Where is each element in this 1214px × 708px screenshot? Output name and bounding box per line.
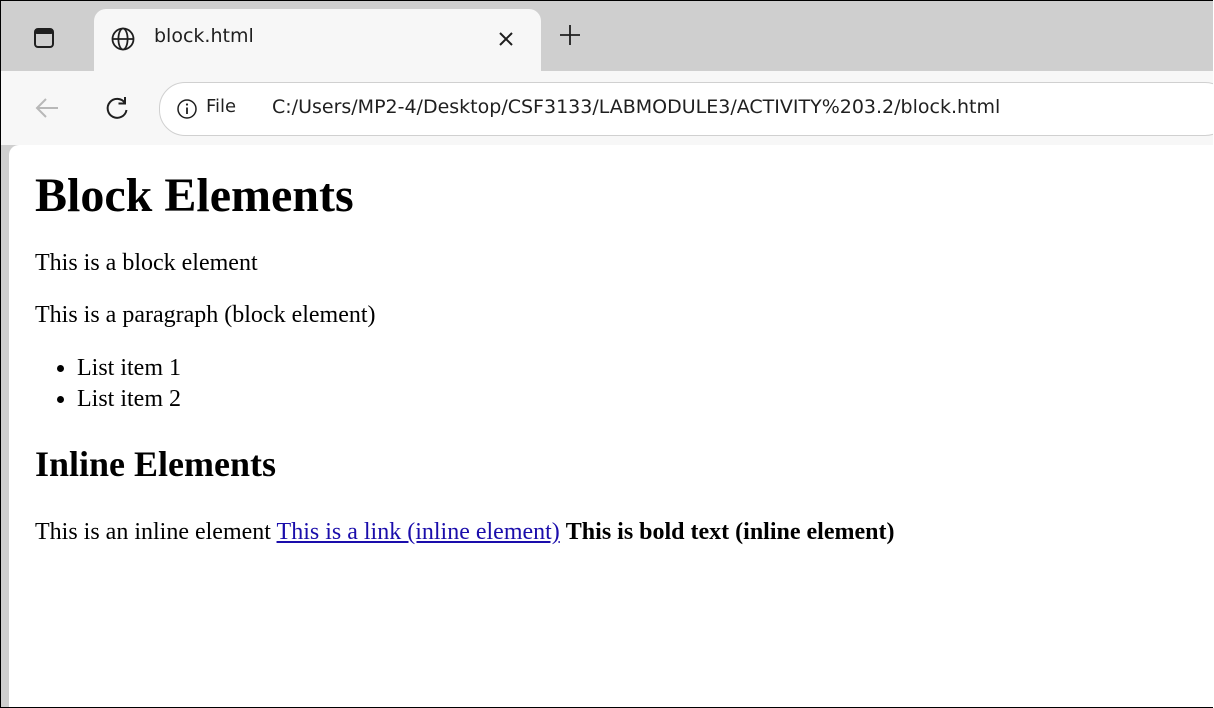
block-div-text: This is a block element (35, 250, 258, 276)
page-heading: Block Elements (35, 169, 354, 222)
tab-strip: block.html (1, 1, 1213, 71)
window-menu-button[interactable] (23, 17, 65, 59)
inline-link[interactable]: This is a link (inline element) (277, 519, 560, 545)
globe-icon (111, 27, 135, 51)
back-button[interactable] (29, 90, 65, 126)
bullet-list: List item 1 List item 2 (35, 353, 1205, 415)
close-tab-button[interactable] (494, 27, 518, 51)
tab-title: block.html (154, 25, 254, 47)
list-item: List item 2 (77, 384, 1205, 415)
plus-icon (560, 25, 580, 45)
new-tab-button[interactable] (553, 18, 587, 52)
page-content: Block Elements This is a block element T… (35, 145, 1205, 546)
close-icon (499, 32, 513, 46)
info-icon[interactable] (176, 98, 198, 120)
inline-span-text: This is an inline element (35, 519, 271, 545)
window-icon (34, 28, 54, 48)
url-text[interactable]: C:/Users/MP2-4/Desktop/CSF3133/LABMODULE… (272, 96, 1000, 118)
address-bar[interactable]: File C:/Users/MP2-4/Desktop/CSF3133/LABM… (159, 82, 1213, 136)
browser-window: block.html File C:/Users/MP2-4/Desktop/C… (0, 0, 1213, 708)
tab-block-html[interactable]: block.html (94, 9, 541, 71)
scheme-label: File (206, 96, 237, 117)
list-item: List item 1 (77, 353, 1205, 384)
browser-toolbar: File C:/Users/MP2-4/Desktop/CSF3133/LABM… (1, 71, 1213, 145)
reload-icon (106, 97, 128, 119)
reload-button[interactable] (99, 90, 135, 126)
bold-text: This is bold text (inline element) (565, 519, 895, 545)
page-viewport: Block Elements This is a block element T… (9, 145, 1213, 707)
inline-heading: Inline Elements (35, 444, 277, 484)
inline-line: This is an inline element This is a link… (35, 518, 1205, 546)
paragraph-text: This is a paragraph (block element) (35, 302, 376, 328)
back-arrow-icon (35, 98, 58, 118)
